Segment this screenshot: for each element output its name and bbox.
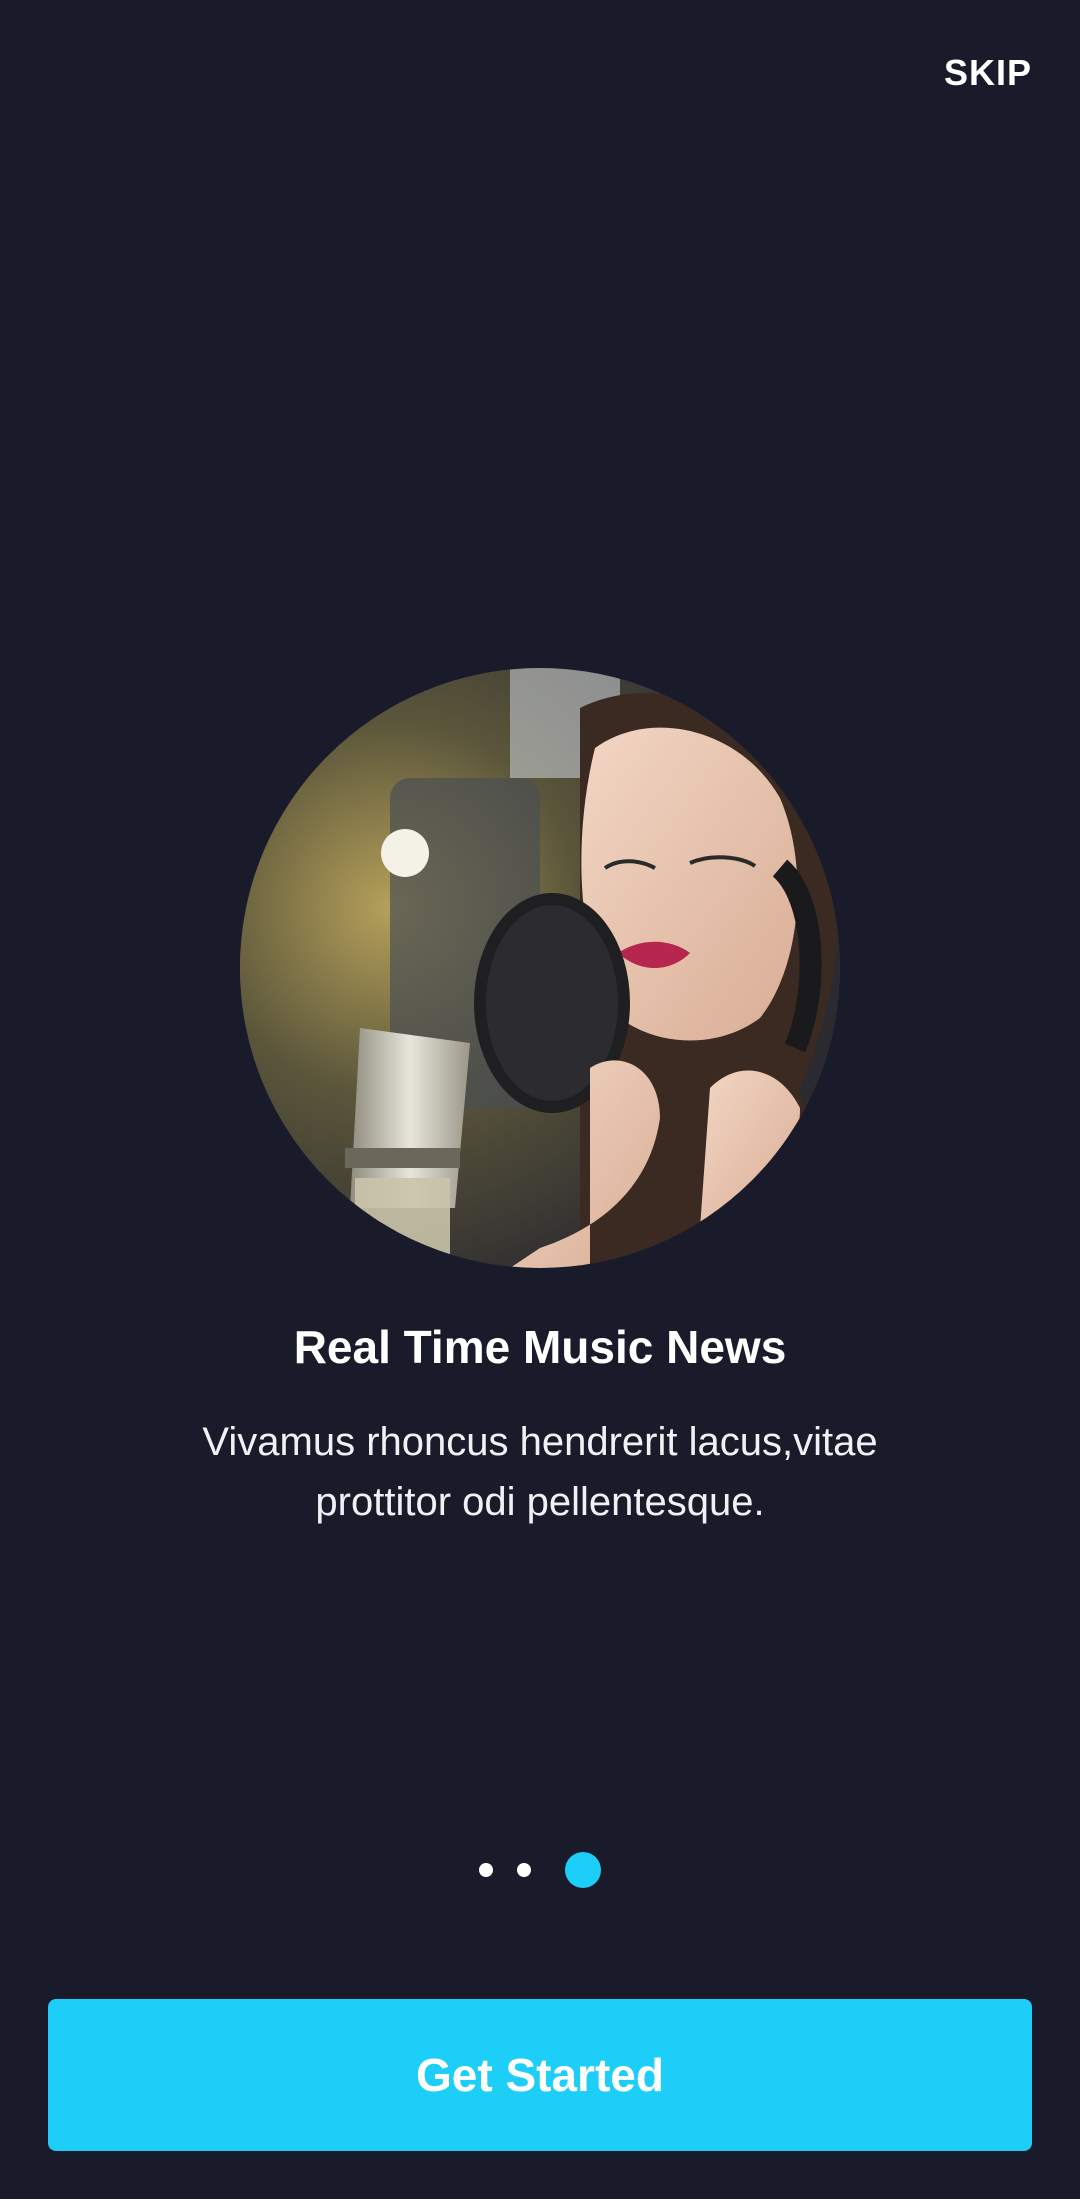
page-indicator — [0, 1850, 1080, 1890]
onboarding-title: Real Time Music News — [293, 1321, 787, 1373]
hero-image — [240, 668, 840, 1268]
page-dot-2[interactable] — [517, 1863, 531, 1877]
get-started-button[interactable]: Get Started — [48, 1999, 1032, 2151]
page-dot-3-active[interactable] — [565, 1852, 601, 1888]
onboarding-subtitle: Vivamus rhoncus hendrerit lacus,vitae pr… — [202, 1420, 878, 1524]
page-dot-1[interactable] — [479, 1863, 493, 1877]
skip-button[interactable]: SKIP — [944, 52, 1032, 94]
